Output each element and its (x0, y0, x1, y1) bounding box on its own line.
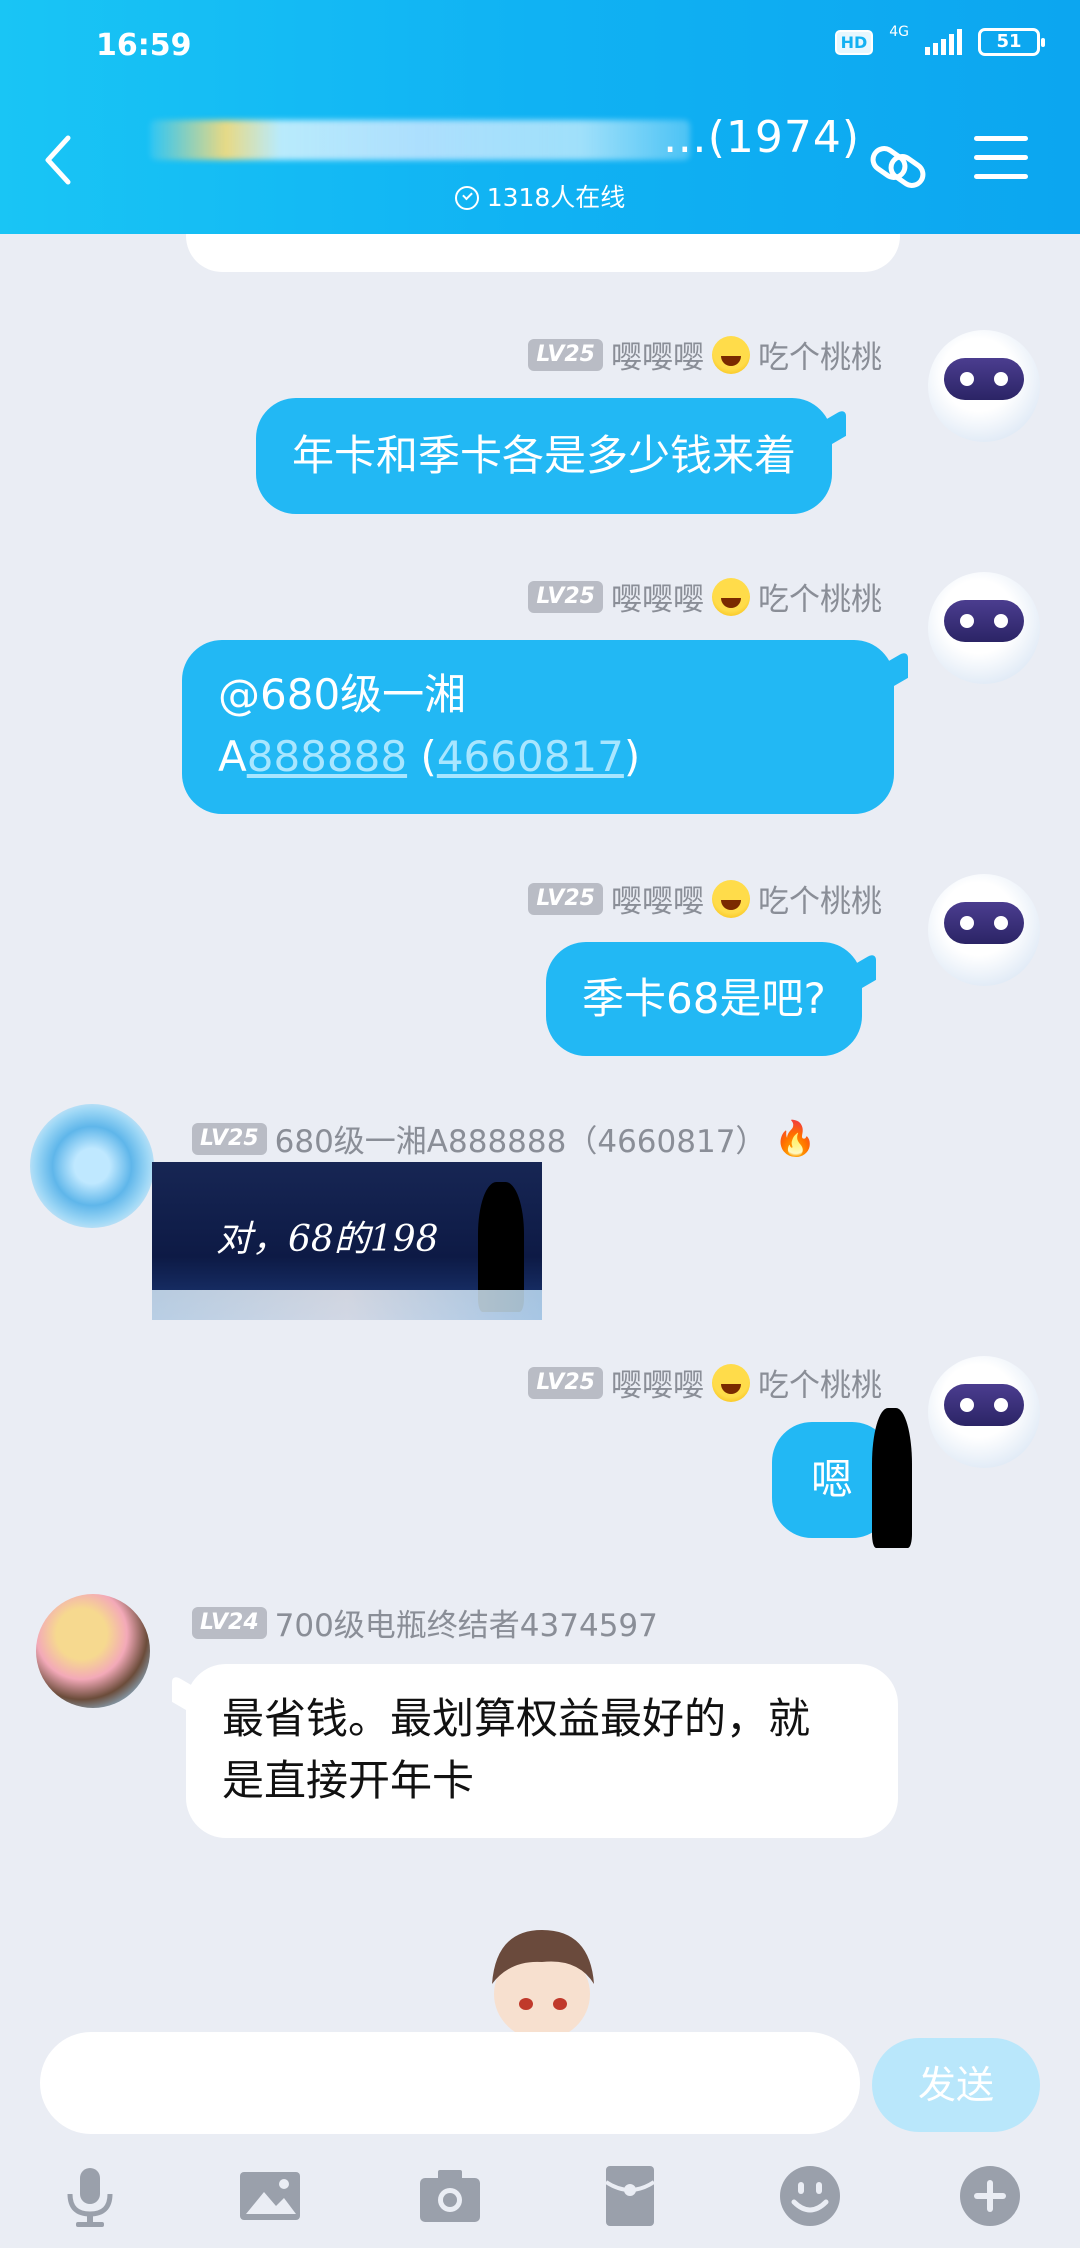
laughing-emoji-icon (712, 577, 750, 616)
level-badge: LV24 (192, 1606, 267, 1639)
silhouette-figure (872, 1408, 912, 1548)
signal-icon (925, 29, 962, 55)
online-status: 1318人在线 (0, 178, 1080, 214)
level-badge: LV25 (528, 882, 603, 915)
sticker-message[interactable]: 嗯 (744, 1404, 924, 1560)
sender-name: 700级电瓶终结者4374597 (274, 1608, 658, 1644)
send-button[interactable]: 发送 (872, 2038, 1040, 2132)
message-bubble[interactable]: @680级一湘 A888888 (4660817) (182, 640, 908, 814)
my-avatar[interactable] (928, 572, 1040, 684)
sender-avatar[interactable] (36, 1594, 150, 1708)
hd-icon: HD (834, 29, 874, 55)
character-sticker-peek[interactable] (478, 1924, 606, 2040)
network-label: 4G (889, 24, 909, 40)
laughing-emoji-icon (712, 335, 750, 374)
level-badge: LV25 (192, 1122, 267, 1155)
plus-icon[interactable] (958, 2164, 1022, 2228)
sender-name: 嘤嘤嘤 (611, 884, 704, 920)
my-avatar[interactable] (928, 874, 1040, 986)
message-line: A888888 (4660817) (218, 732, 641, 781)
status-icons: HD 4G 51 (834, 24, 1045, 56)
sender-avatar[interactable] (30, 1104, 154, 1228)
sender-meta: LV24 700级电瓶终结者4374597 (192, 1600, 658, 1645)
message-line: 是直接开年卡 (222, 1756, 475, 1805)
check-circle-icon (454, 186, 479, 210)
sender-meta: LV25 嘤嘤嘤 吃个桃桃 (528, 1360, 882, 1405)
my-avatar[interactable] (928, 1356, 1040, 1468)
mention-text: @680级一湘 (218, 670, 467, 719)
battery-icon: 51 (978, 28, 1045, 56)
level-badge: LV25 (528, 1366, 603, 1399)
message-bubble[interactable]: 最省钱。最划算权益最好的，就 是直接开年卡 (172, 1664, 898, 1838)
blurred-title-region (150, 120, 690, 160)
microphone-icon[interactable] (58, 2164, 122, 2228)
sender-name-suffix: 吃个桃桃 (758, 884, 882, 920)
sticker-text: 对，68的198 (216, 1219, 439, 1260)
laughing-emoji-icon (712, 879, 750, 918)
menu-line (974, 136, 1028, 141)
sender-meta: LV25 嘤嘤嘤 吃个桃桃 (528, 876, 882, 921)
qq-link[interactable]: 4660817 (437, 732, 624, 781)
menu-line (974, 155, 1028, 160)
my-avatar[interactable] (928, 330, 1040, 442)
message-bubble[interactable]: 年卡和季卡各是多少钱来着 (256, 398, 847, 514)
sender-meta: LV25 嘤嘤嘤 吃个桃桃 (528, 332, 882, 377)
laughing-emoji-icon (712, 1363, 750, 1402)
image-icon[interactable] (238, 2164, 302, 2228)
online-count: 1318人在线 (486, 183, 626, 212)
message-text: 季卡68是吧? (582, 974, 826, 1023)
red-packet-icon[interactable] (598, 2164, 662, 2228)
level-badge: LV25 (528, 580, 603, 613)
level-badge: LV25 (528, 338, 603, 371)
sender-meta: LV25 嘤嘤嘤 吃个桃桃 (528, 574, 882, 619)
camera-icon[interactable] (418, 2164, 482, 2228)
message-line: 最省钱。最划算权益最好的，就 (222, 1694, 811, 1743)
emoji-icon[interactable] (778, 2164, 842, 2228)
sender-name-suffix: 吃个桃桃 (758, 1368, 882, 1404)
message-text: 年卡和季卡各是多少钱来着 (292, 431, 797, 480)
sender-name: 嘤嘤嘤 (611, 340, 704, 376)
sender-meta: LV25 680级一湘A888888（4660817） 🔥 (192, 1116, 817, 1161)
sender-name: 嘤嘤嘤 (611, 582, 704, 618)
qq-link[interactable]: 888888 (247, 732, 407, 781)
status-time: 16:59 (96, 28, 192, 63)
input-toolbar (0, 2150, 1080, 2248)
fire-icon: 🔥 (774, 1118, 817, 1159)
group-member-count: …(1974) (662, 112, 860, 163)
message-bubble[interactable]: 季卡68是吧? (546, 942, 876, 1056)
sticker-message[interactable]: 对，68的198 (152, 1162, 542, 1320)
group-title[interactable]: …(1974) (120, 112, 860, 172)
sender-name: 嘤嘤嘤 (611, 1368, 704, 1404)
sender-name: 680级一湘A888888（4660817） (274, 1124, 767, 1160)
sender-name-suffix: 吃个桃桃 (758, 582, 882, 618)
message-input[interactable] (40, 2032, 860, 2134)
sender-name-suffix: 吃个桃桃 (758, 340, 882, 376)
chat-header: 16:59 HD 4G 51 …(1974) 1318人在线 (0, 0, 1080, 234)
